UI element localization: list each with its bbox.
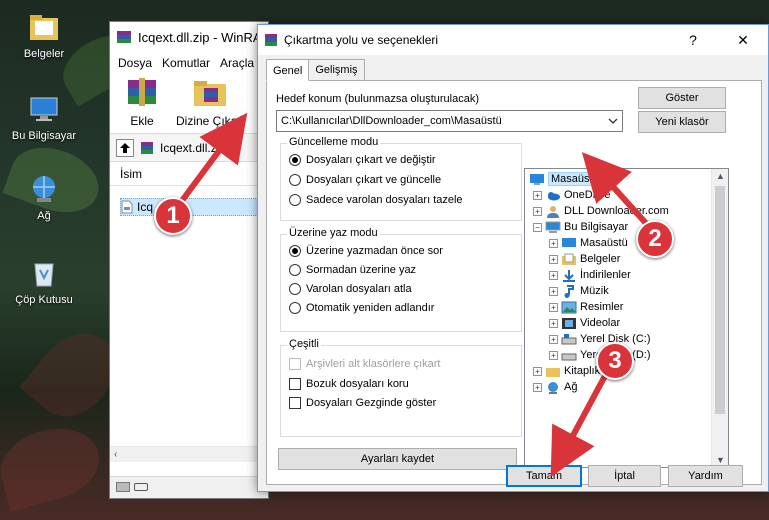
step-2-badge: 2 xyxy=(636,220,674,258)
annotation-arrows xyxy=(175,112,655,478)
step-1-badge: 1 xyxy=(154,197,192,235)
arrow-1 xyxy=(175,112,248,208)
tab-general[interactable]: Genel xyxy=(266,59,310,81)
step-3-badge: 3 xyxy=(596,342,634,380)
arrow-3 xyxy=(550,372,609,478)
arrow-2 xyxy=(581,152,655,233)
